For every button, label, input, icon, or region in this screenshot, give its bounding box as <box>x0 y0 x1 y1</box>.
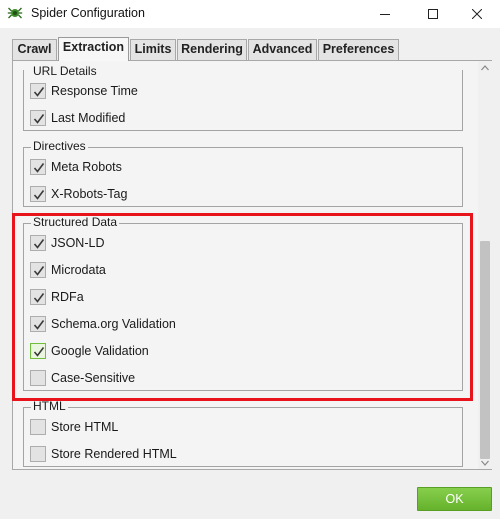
checkbox-label: X-Robots-Tag <box>51 187 128 201</box>
check-icon <box>33 239 45 249</box>
checkbox-row[interactable]: Last Modified <box>30 109 125 127</box>
tab-limits[interactable]: Limits <box>130 39 176 60</box>
group-title: Structured Data <box>31 215 120 230</box>
checkbox-label: Response Time <box>51 84 138 98</box>
check-icon <box>33 190 45 200</box>
checkbox-row[interactable]: X-Robots-Tag <box>30 185 127 203</box>
check-icon <box>33 87 45 97</box>
store-html-checkbox[interactable] <box>30 419 46 435</box>
checkbox-label: Case-Sensitive <box>51 371 136 385</box>
meta-robots-checkbox[interactable] <box>30 159 46 175</box>
title-bar: Spider Configuration <box>0 0 500 28</box>
minimize-icon <box>380 14 390 15</box>
x-robots-tag-checkbox[interactable] <box>30 186 46 202</box>
checkbox-row[interactable]: Case-Sensitive <box>30 369 135 387</box>
tab-advanced[interactable]: Advanced <box>248 39 317 60</box>
check-icon <box>33 320 45 330</box>
checkbox-row[interactable]: Schema.org Validation <box>30 315 176 333</box>
checkbox-row[interactable]: Google Validation <box>30 342 149 360</box>
check-icon <box>33 114 45 124</box>
vertical-scrollbar[interactable] <box>478 61 492 469</box>
scroll-thumb[interactable] <box>480 241 490 459</box>
tab-crawl[interactable]: Crawl <box>12 39 57 60</box>
close-button[interactable] <box>454 0 500 28</box>
spider-icon <box>7 7 23 19</box>
check-icon <box>33 163 45 173</box>
response-time-checkbox[interactable] <box>30 83 46 99</box>
close-icon <box>472 9 482 19</box>
structured-data-group: Structured Data JSON-LD Microdata RDFa S… <box>23 215 463 391</box>
tab-preferences[interactable]: Preferences <box>318 39 399 60</box>
checkbox-label: Microdata <box>51 263 106 277</box>
group-title: Directives <box>31 139 88 154</box>
ok-button[interactable]: OK <box>417 487 492 511</box>
checkbox-label: Store HTML <box>51 420 119 434</box>
store-rendered-html-checkbox[interactable] <box>30 446 46 462</box>
json-ld-checkbox[interactable] <box>30 235 46 251</box>
window-title: Spider Configuration <box>31 6 145 20</box>
checkbox-label: Schema.org Validation <box>51 317 176 331</box>
case-sensitive-checkbox[interactable] <box>30 370 46 386</box>
checkbox-label: RDFa <box>51 290 84 304</box>
maximize-icon <box>428 9 438 19</box>
checkbox-label: JSON-LD <box>51 236 105 250</box>
checkbox-row[interactable]: Store HTML <box>30 418 118 436</box>
checkbox-label: Store Rendered HTML <box>51 447 177 461</box>
checkbox-row[interactable]: Response Time <box>30 82 138 100</box>
checkbox-label: Google Validation <box>51 344 149 358</box>
rdfa-checkbox[interactable] <box>30 289 46 305</box>
minimize-button[interactable] <box>362 0 408 28</box>
directives-group: Directives Meta Robots X-Robots-Tag <box>23 139 463 207</box>
microdata-checkbox[interactable] <box>30 262 46 278</box>
checkbox-label: Meta Robots <box>51 160 122 174</box>
scroll-up-icon[interactable] <box>481 64 489 72</box>
checkbox-row[interactable]: Store Rendered HTML <box>30 445 177 463</box>
tab-rendering[interactable]: Rendering <box>177 39 247 60</box>
tab-extraction[interactable]: Extraction <box>58 37 129 61</box>
maximize-button[interactable] <box>410 0 456 28</box>
google-validation-checkbox[interactable] <box>30 343 46 359</box>
checkbox-row[interactable]: JSON-LD <box>30 234 104 252</box>
url-details-group: URL Details Response Time Last Modified <box>23 64 463 131</box>
checkbox-label: Last Modified <box>51 111 126 125</box>
schema-validation-checkbox[interactable] <box>30 316 46 332</box>
checkbox-row[interactable]: RDFa <box>30 288 84 306</box>
group-title: HTML <box>31 399 68 414</box>
scroll-down-icon[interactable] <box>481 459 489 467</box>
check-icon <box>33 266 45 276</box>
last-modified-checkbox[interactable] <box>30 110 46 126</box>
group-title: URL Details <box>31 64 99 79</box>
html-group: HTML Store HTML Store Rendered HTML <box>23 399 463 467</box>
checkbox-row[interactable]: Microdata <box>30 261 106 279</box>
check-icon <box>33 347 45 357</box>
check-icon <box>33 293 45 303</box>
checkbox-row[interactable]: Meta Robots <box>30 158 122 176</box>
